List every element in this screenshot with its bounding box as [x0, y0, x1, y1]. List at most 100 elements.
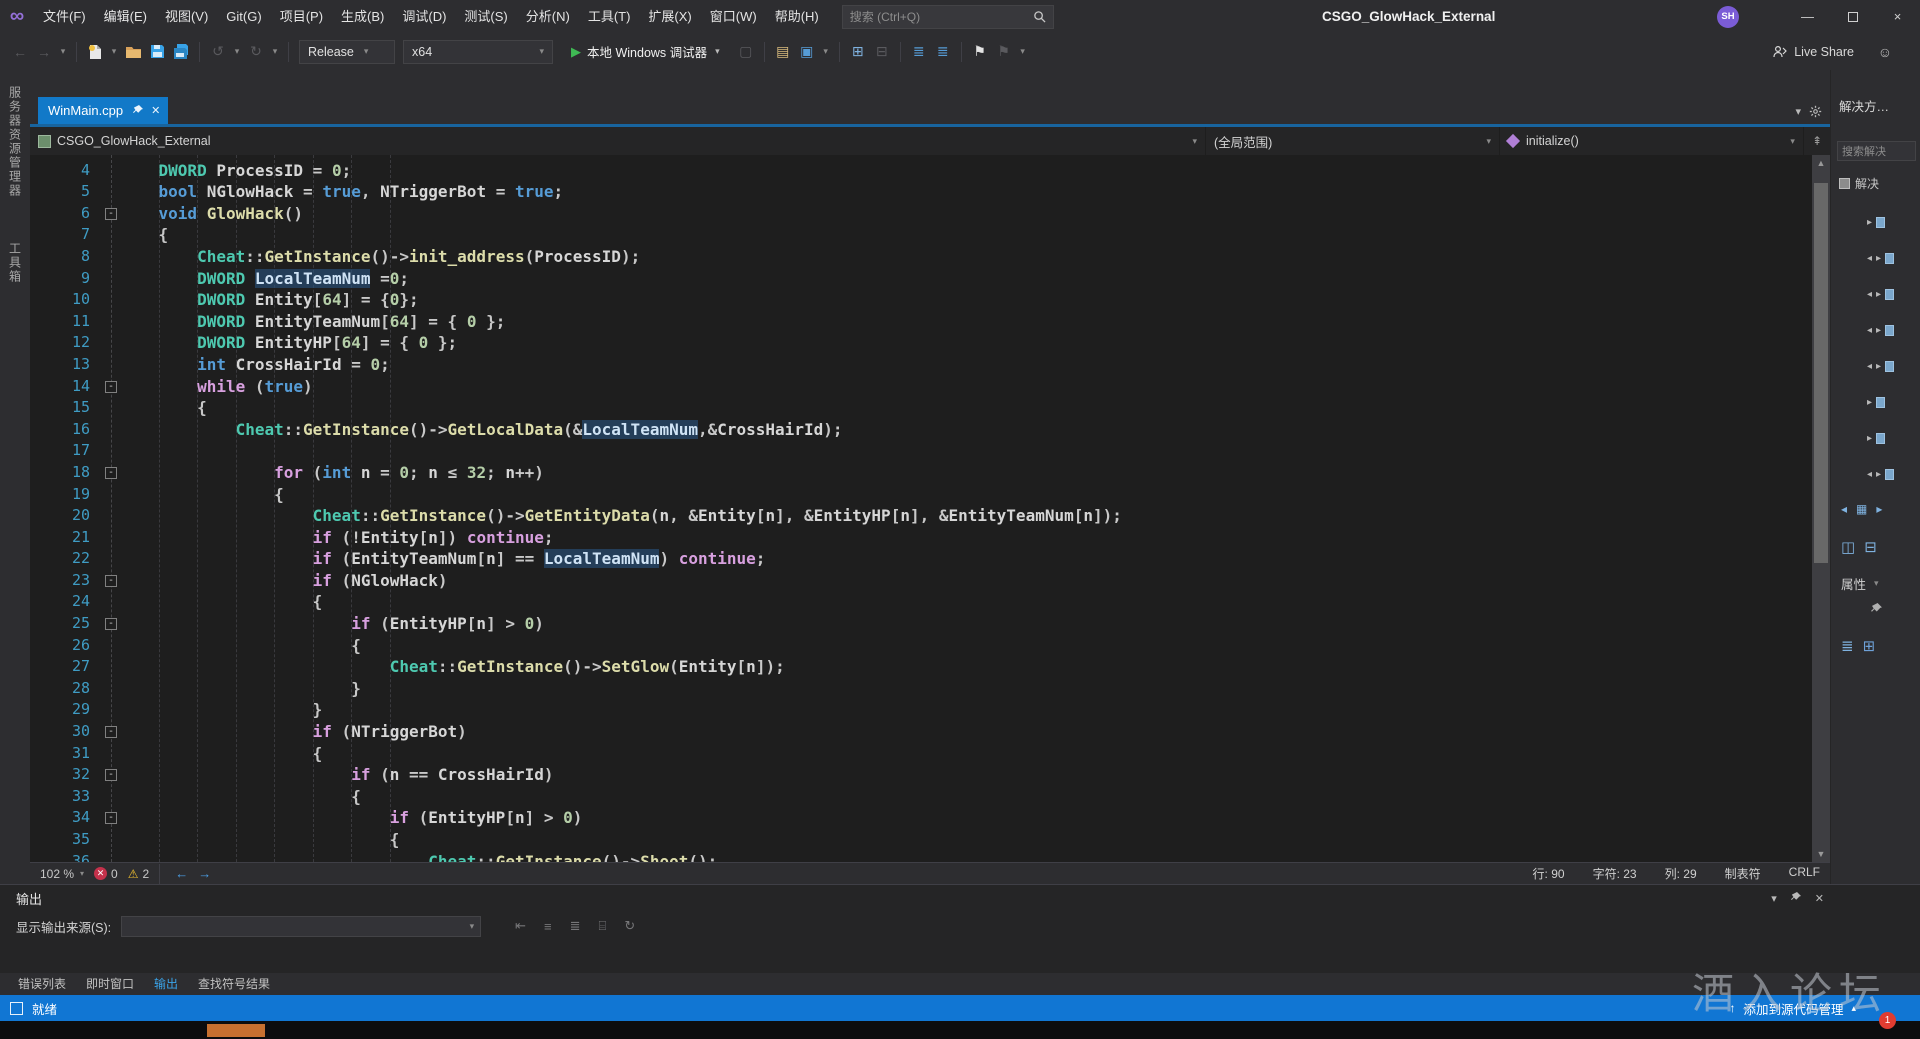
solution-search-input[interactable]: 搜索解决 — [1837, 141, 1916, 161]
tree-item[interactable]: ◂▸ — [1831, 361, 1920, 372]
expand-icon[interactable]: ▸ — [1876, 289, 1881, 300]
close-button[interactable]: × — [1875, 0, 1920, 33]
tab-winmain-cpp[interactable]: WinMain.cpp ✕ — [38, 97, 168, 124]
menu-tools[interactable]: 工具(T) — [579, 0, 640, 33]
image-caret-icon[interactable]: ▾ — [820, 40, 832, 64]
member-list-icon[interactable]: ⊟ — [871, 40, 893, 64]
word-wrap-icon[interactable]: ↻ — [624, 918, 635, 934]
code-line[interactable]: 31{ — [30, 743, 1812, 765]
code-line[interactable]: 22if (EntityTeamNum[n] == LocalTeamNum) … — [30, 548, 1812, 570]
scroll-down-icon[interactable]: ▼ — [1812, 846, 1830, 862]
window-split-icon[interactable]: ◫ — [1841, 538, 1855, 556]
collapse-region-icon[interactable]: - — [105, 812, 117, 824]
code-line[interactable]: 5bool NGlowHack = true, NTriggerBot = tr… — [30, 181, 1812, 203]
code-line[interactable]: 32-if (n == CrossHairId) — [30, 764, 1812, 786]
restore-button[interactable] — [1830, 0, 1875, 33]
expand-icon[interactable]: ▸ — [1876, 361, 1881, 372]
code-line[interactable]: 35{ — [30, 829, 1812, 851]
properties-dropdown[interactable]: 属性 ▾ — [1831, 574, 1920, 593]
tree-item[interactable]: ◂▸ — [1831, 325, 1920, 336]
list-view-icon[interactable]: ≣ — [1841, 637, 1854, 655]
code-line[interactable]: 30-if (NTriggerBot) — [30, 721, 1812, 743]
tree-item[interactable]: ◂▸ — [1831, 253, 1920, 264]
code-line[interactable]: 4DWORD ProcessID = 0; — [30, 160, 1812, 182]
code-line[interactable]: 27Cheat::GetInstance()->SetGlow(Entity[n… — [30, 656, 1812, 678]
menu-help[interactable]: 帮助(H) — [766, 0, 828, 33]
notification-badge[interactable]: 1 — [1879, 1012, 1896, 1029]
menu-analyze[interactable]: 分析(N) — [517, 0, 579, 33]
goto-next-icon[interactable]: ≣ — [570, 918, 581, 934]
image-watch-icon[interactable]: ▣ — [796, 40, 818, 64]
code-line[interactable]: 29} — [30, 699, 1812, 721]
error-count-icon[interactable]: ✕ — [94, 867, 107, 880]
toolbar-overflow-icon[interactable]: ▾ — [1017, 40, 1029, 64]
tab-error-list[interactable]: 错误列表 — [10, 973, 74, 995]
error-count[interactable]: 0 — [111, 867, 118, 881]
code-line[interactable]: 14-while (true) — [30, 376, 1812, 398]
collapse-icon[interactable]: ◂ — [1867, 469, 1872, 480]
sidebar-tab-toolbox[interactable]: 工具箱 — [7, 242, 24, 284]
indent-mode[interactable]: 制表符 — [1725, 865, 1761, 882]
save-all-icon[interactable] — [170, 40, 192, 64]
expand-icon[interactable]: ▸ — [1867, 217, 1872, 228]
indent-decrease-icon[interactable]: ≣ — [908, 40, 930, 64]
collapse-region-icon[interactable]: - — [105, 618, 117, 630]
code-line[interactable]: 6-void GlowHack() — [30, 203, 1812, 225]
warning-count[interactable]: 2 — [143, 867, 150, 881]
line-ending[interactable]: CRLF — [1789, 865, 1820, 882]
tree-item[interactable]: ▸ — [1831, 433, 1920, 444]
collapse-region-icon[interactable]: - — [105, 208, 117, 220]
new-file-caret-icon[interactable]: ▾ — [108, 40, 120, 64]
tab-output[interactable]: 输出 — [146, 973, 186, 995]
expand-icon[interactable]: ▸ — [1867, 397, 1872, 408]
menu-build[interactable]: 生成(B) — [332, 0, 393, 33]
nav-member-dropdown[interactable]: initialize() ▾ — [1500, 127, 1804, 155]
nav-backward-icon[interactable]: ← — [175, 866, 188, 881]
goto-previous-icon[interactable]: ≡ — [544, 919, 552, 934]
expand-icon[interactable]: ▸ — [1867, 433, 1872, 444]
window-stack-icon[interactable]: ⊟ — [1864, 538, 1877, 556]
find-message-icon[interactable]: ⇤ — [515, 918, 526, 934]
collapse-region-icon[interactable]: - — [105, 381, 117, 393]
new-file-icon[interactable] — [84, 40, 106, 64]
expand-icon[interactable]: ▸ — [1876, 469, 1881, 480]
code-line[interactable]: 10DWORD Entity[64] = {0}; — [30, 289, 1812, 311]
redo-caret-icon[interactable]: ▾ — [269, 40, 281, 64]
code-line[interactable]: 36Cheat::GetInstance()->Shoot(); — [30, 851, 1812, 862]
output-source-dropdown[interactable]: ▾ — [121, 916, 481, 937]
pin-tab-icon[interactable] — [133, 105, 143, 116]
code-line[interactable]: 17 — [30, 440, 1812, 462]
code-line[interactable]: 20Cheat::GetInstance()->GetEntityData(n,… — [30, 505, 1812, 527]
menu-test[interactable]: 测试(S) — [455, 0, 516, 33]
clear-all-icon[interactable]: ⌸ — [599, 918, 607, 934]
account-avatar[interactable]: SH — [1717, 6, 1739, 28]
navigate-back-icon[interactable]: ← — [9, 40, 31, 64]
output-close-icon[interactable]: ✕ — [1815, 892, 1824, 905]
menu-file[interactable]: 文件(F) — [34, 0, 95, 33]
detail-view-icon[interactable]: ⊞ — [1863, 637, 1876, 655]
grid-icon[interactable]: ▦ — [1856, 502, 1867, 516]
start-debugging-button[interactable]: ▶ 本地 Windows 调试器 ▾ — [563, 39, 728, 65]
page-next-icon[interactable]: ▸ — [1876, 502, 1882, 516]
page-prev-icon[interactable]: ◂ — [1841, 502, 1847, 516]
tree-item[interactable]: ▸ — [1831, 397, 1920, 408]
code-line[interactable]: 24{ — [30, 591, 1812, 613]
collapse-region-icon[interactable]: - — [105, 467, 117, 479]
code-line[interactable]: 13int CrossHairId = 0; — [30, 354, 1812, 376]
collapse-icon[interactable]: ◂ — [1867, 289, 1872, 300]
menu-project[interactable]: 项目(P) — [271, 0, 332, 33]
sidebar-tab-server-explorer[interactable]: 服务器资源管理器 — [7, 86, 24, 198]
navigate-forward-icon[interactable]: → — [33, 40, 55, 64]
tree-item[interactable]: ◂▸ — [1831, 289, 1920, 300]
code-line[interactable]: 21if (!Entity[n]) continue; — [30, 527, 1812, 549]
code-line[interactable]: 12DWORD EntityHP[64] = { 0 }; — [30, 332, 1812, 354]
source-control-button[interactable]: ↑ 添加到源代码管理 ▴ — [1729, 999, 1856, 1018]
menu-view[interactable]: 视图(V) — [156, 0, 217, 33]
collapse-region-icon[interactable]: - — [105, 726, 117, 738]
undo-caret-icon[interactable]: ▾ — [231, 40, 243, 64]
tree-item[interactable]: ▸ — [1831, 217, 1920, 228]
menu-window[interactable]: 窗口(W) — [701, 0, 766, 33]
code-line[interactable]: 8Cheat::GetInstance()->init_address(Proc… — [30, 246, 1812, 268]
expand-icon[interactable]: ▸ — [1876, 253, 1881, 264]
code-line[interactable]: 11DWORD EntityTeamNum[64] = { 0 }; — [30, 311, 1812, 333]
